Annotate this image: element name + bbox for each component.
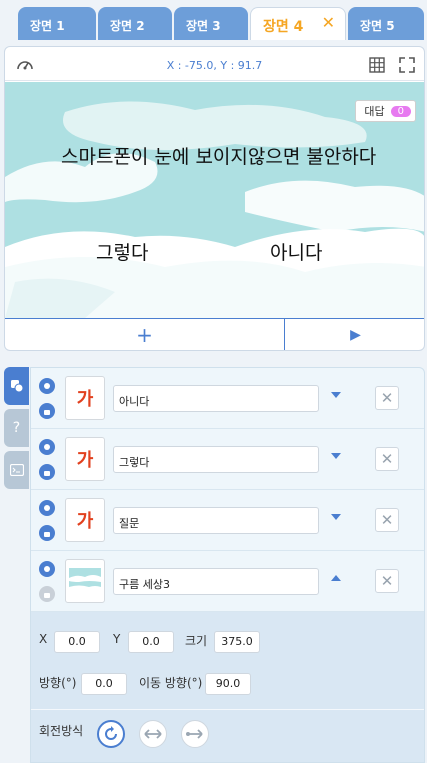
- no-rotate-icon: [186, 729, 203, 739]
- answer-count: 0: [390, 105, 411, 117]
- list-item-object-selected[interactable]: 구름 세상3 ✕: [31, 551, 424, 612]
- x-label: X: [39, 632, 48, 646]
- question-text[interactable]: 스마트폰이 눈에 보이지않으면 불안하다: [61, 142, 376, 169]
- text-object-thumbnail: 가: [65, 376, 105, 420]
- help-icon: ?: [12, 420, 21, 436]
- add-object-button[interactable]: +: [5, 319, 285, 350]
- stage-controls: + ▶: [5, 318, 424, 350]
- tab-label: 장면 1: [30, 19, 65, 33]
- direction-label: 방향(°): [39, 676, 77, 690]
- background-object-thumbnail: [65, 559, 105, 603]
- list-item-object[interactable]: 가 질문 ✕: [31, 490, 424, 551]
- stage-canvas[interactable]: 대답 0 스마트폰이 눈에 보이지않으면 불안하다 그렇다 아니다: [5, 82, 424, 318]
- divider: [31, 709, 424, 710]
- cloud-thumbnail-icon: [69, 568, 101, 594]
- size-input[interactable]: 375.0: [214, 631, 260, 653]
- expand-caret-icon[interactable]: [331, 514, 341, 520]
- object-properties-panel: X 0.0 Y 0.0 크기 375.0 방향(°) 0.0 이동 방향(°) …: [31, 612, 424, 762]
- tab-scene-5[interactable]: 장면 5: [348, 7, 424, 40]
- object-name-field[interactable]: 구름 세상3: [113, 568, 319, 595]
- list-item-object[interactable]: 가 아니다 ✕: [31, 368, 424, 429]
- close-icon[interactable]: ✕: [322, 13, 335, 32]
- option-no-text[interactable]: 아니다: [270, 238, 322, 265]
- size-label: 크기: [185, 634, 208, 648]
- unlock-icon[interactable]: [39, 525, 55, 541]
- expand-caret-icon[interactable]: [331, 392, 341, 398]
- play-button[interactable]: ▶: [285, 319, 424, 350]
- list-item-object[interactable]: 가 그렇다 ✕: [31, 429, 424, 490]
- delete-object-button[interactable]: ✕: [375, 569, 399, 593]
- text-object-thumbnail: 가: [65, 498, 105, 542]
- tab-label: 장면 3: [186, 19, 221, 33]
- visibility-eye-icon[interactable]: [39, 378, 55, 394]
- tab-label: 장면 4: [263, 19, 304, 35]
- rotation-mode-label: 회전방식: [39, 724, 84, 738]
- y-label: Y: [113, 632, 121, 646]
- y-position-input[interactable]: 0.0: [128, 631, 174, 653]
- object-list: 가 아니다 ✕ 가 그렇다 ✕ 가 질문 ✕ 구름 세상3 ✕ X 0.0 Y …: [30, 367, 425, 763]
- tab-scene-3[interactable]: 장면 3: [174, 7, 248, 40]
- grid-icon[interactable]: [367, 55, 387, 75]
- plus-icon: +: [136, 323, 153, 347]
- option-yes-text[interactable]: 그렇다: [96, 238, 148, 265]
- rotation-horizontal-button[interactable]: [139, 720, 167, 748]
- answer-badge: 대답 0: [355, 100, 416, 122]
- side-tab-objects[interactable]: [4, 367, 29, 405]
- stage-toolbar: X : -75.0, Y : 91.7: [5, 47, 424, 81]
- side-tab-help[interactable]: ?: [4, 409, 29, 447]
- answer-label: 대답: [364, 105, 385, 118]
- text-object-thumbnail: 가: [65, 437, 105, 481]
- tab-scene-1[interactable]: 장면 1: [18, 7, 96, 40]
- object-name-field[interactable]: 질문: [113, 507, 319, 534]
- object-name-field[interactable]: 아니다: [113, 385, 319, 412]
- unlock-icon[interactable]: [39, 464, 55, 480]
- rotate-icon: [105, 726, 117, 740]
- visibility-eye-icon[interactable]: [39, 561, 55, 577]
- tab-label: 장면 5: [360, 19, 395, 33]
- unlock-icon[interactable]: [39, 403, 55, 419]
- collapse-caret-icon[interactable]: [331, 575, 341, 581]
- objects-icon: [10, 380, 23, 393]
- move-direction-label: 이동 방향(°): [139, 676, 203, 690]
- side-tab-console[interactable]: [4, 451, 29, 489]
- x-position-input[interactable]: 0.0: [54, 631, 100, 653]
- coordinate-readout: X : -75.0, Y : 91.7: [166, 59, 263, 72]
- fullscreen-icon[interactable]: [397, 55, 417, 75]
- console-icon: [9, 464, 24, 476]
- play-icon: ▶: [350, 327, 361, 343]
- rotation-free-button[interactable]: [97, 720, 125, 748]
- flip-horizontal-icon: [144, 729, 162, 739]
- scene-tabbar: 장면 1 장면 2 장면 3 장면 4 ✕ 장면 5: [0, 0, 427, 40]
- lock-icon[interactable]: [39, 586, 55, 602]
- move-direction-input[interactable]: 90.0: [205, 673, 251, 695]
- rotation-none-button[interactable]: [181, 720, 209, 748]
- delete-object-button[interactable]: ✕: [375, 386, 399, 410]
- object-name-field[interactable]: 그렇다: [113, 446, 319, 473]
- delete-object-button[interactable]: ✕: [375, 447, 399, 471]
- stage-panel: X : -75.0, Y : 91.7 대답 0 스마트폰이 눈에 보이지않으면…: [4, 46, 425, 351]
- delete-object-button[interactable]: ✕: [375, 508, 399, 532]
- tab-scene-2[interactable]: 장면 2: [98, 7, 172, 40]
- tab-scene-4[interactable]: 장면 4 ✕: [250, 7, 346, 40]
- direction-input[interactable]: 0.0: [81, 673, 127, 695]
- tab-label: 장면 2: [110, 19, 145, 33]
- visibility-eye-icon[interactable]: [39, 500, 55, 516]
- expand-caret-icon[interactable]: [331, 453, 341, 459]
- visibility-eye-icon[interactable]: [39, 439, 55, 455]
